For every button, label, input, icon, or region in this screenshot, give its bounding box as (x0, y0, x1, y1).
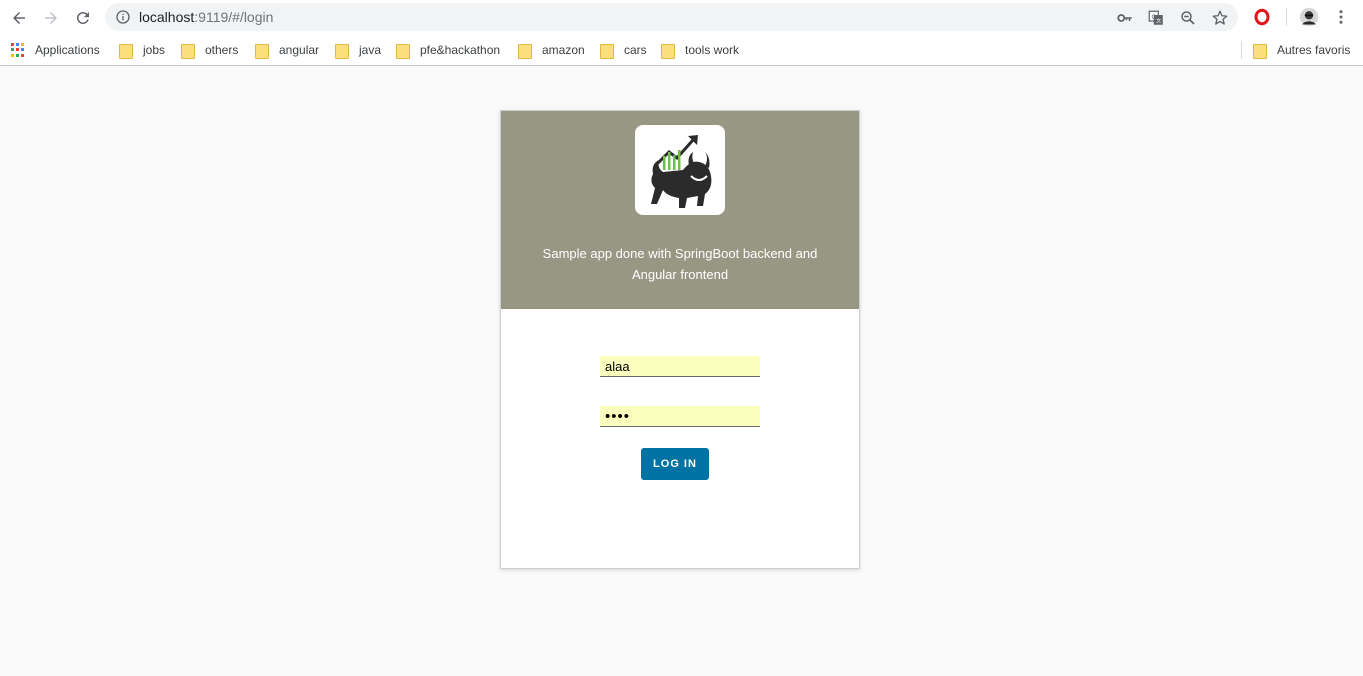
bookmark-tools-work[interactable]: tools work (661, 41, 739, 59)
folder-icon (255, 43, 269, 59)
password-field[interactable] (600, 406, 760, 427)
login-header: Sample app done with SpringBoot backend … (501, 111, 859, 309)
opera-extension-button[interactable] (1251, 6, 1273, 28)
bookmark-label: amazon (542, 43, 585, 57)
kebab-menu-icon (1339, 10, 1343, 24)
bookmark-label: jobs (143, 43, 166, 57)
arrow-left-icon (13, 12, 25, 24)
folder-icon (518, 43, 532, 59)
info-icon[interactable] (115, 9, 131, 25)
folder-icon (335, 43, 349, 59)
bookmark-applications[interactable]: Applications (11, 41, 100, 59)
toolbar-separator (1286, 8, 1287, 26)
bookmark-java[interactable]: java (335, 41, 381, 59)
folder-icon (119, 43, 133, 59)
profile-button[interactable] (1298, 6, 1320, 28)
login-button[interactable]: LOG IN (641, 448, 709, 480)
bookmark-angular[interactable]: angular (255, 41, 319, 59)
bookmark-label: angular (279, 43, 320, 57)
bookmark-label: others (205, 43, 239, 57)
forward-button[interactable] (38, 5, 64, 31)
bookmark-label: Applications (35, 43, 100, 57)
folder-icon (1253, 43, 1267, 59)
bookmark-cars[interactable]: cars (600, 41, 647, 59)
bookmark-other-favorites[interactable]: Autres favoris (1253, 41, 1350, 59)
bookmark-jobs[interactable]: jobs (119, 41, 165, 59)
app-logo (635, 125, 725, 215)
bookmark-label: cars (624, 43, 647, 57)
folder-icon (600, 43, 614, 59)
bookmarks-separator (1241, 41, 1242, 59)
star-icon[interactable] (1211, 9, 1229, 27)
zoom-out-icon[interactable] (1179, 9, 1197, 27)
bookmark-label: tools work (685, 43, 740, 57)
address-bar[interactable]: localhost:9119/#/login G文 (105, 3, 1238, 31)
back-button[interactable] (6, 5, 32, 31)
bookmark-label: pfe&hackathon (420, 43, 501, 57)
bookmark-label: Autres favoris (1277, 43, 1351, 57)
bull-logo-icon (651, 135, 712, 208)
avatar (1299, 7, 1319, 27)
folder-icon (181, 43, 195, 59)
bookmark-label: java (359, 43, 382, 57)
bookmarks-bar: Applications jobs others angular java pf… (0, 35, 1363, 66)
folder-icon (661, 43, 675, 59)
login-card: Sample app done with SpringBoot backend … (500, 110, 860, 569)
browser-toolbar: localhost:9119/#/login G文 (0, 0, 1363, 35)
url-path: :9119/#/login (194, 9, 274, 25)
url-text: localhost:9119/#/login (139, 9, 273, 25)
apps-grid-icon (11, 43, 25, 57)
translate-icon[interactable]: G文 (1147, 9, 1165, 27)
reload-button[interactable] (70, 5, 96, 31)
menu-button[interactable] (1330, 6, 1352, 28)
bookmark-pfe-hackathon[interactable]: pfe&hackathon (396, 41, 500, 59)
bookmark-amazon[interactable]: amazon (518, 41, 585, 59)
bookmark-others[interactable]: others (181, 41, 238, 59)
folder-icon (396, 43, 410, 59)
key-icon[interactable] (1116, 9, 1134, 27)
username-field[interactable] (600, 356, 760, 377)
opera-icon (1254, 8, 1270, 26)
url-host: localhost (139, 9, 195, 25)
reload-icon (76, 11, 89, 24)
arrow-right-icon (45, 12, 57, 24)
app-tagline: Sample app done with SpringBoot backend … (542, 246, 818, 282)
